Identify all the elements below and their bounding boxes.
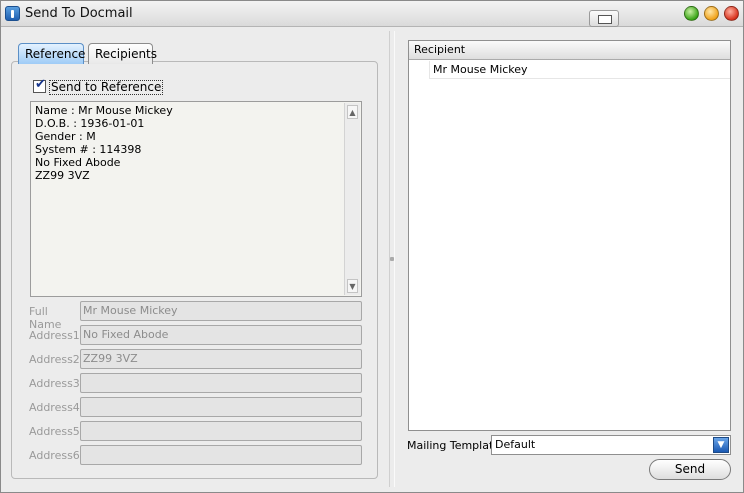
- address4-label: Address4: [29, 401, 80, 414]
- reference-line: D.O.B. : 1936-01-01: [35, 117, 145, 130]
- title-bar[interactable]: Send To Docmail: [1, 1, 743, 27]
- recipient-column-header[interactable]: Recipient: [409, 41, 730, 60]
- full-name-field[interactable]: Mr Mouse Mickey: [80, 301, 362, 321]
- full-name-label: Full Name: [29, 305, 62, 331]
- send-button[interactable]: Send: [649, 459, 731, 480]
- address1-field[interactable]: No Fixed Abode: [80, 325, 362, 345]
- address5-field[interactable]: [80, 421, 362, 441]
- reference-line: No Fixed Abode: [35, 156, 121, 169]
- mailing-template-label: Mailing Template: [407, 439, 501, 452]
- address1-label: Address1: [29, 329, 80, 342]
- scroll-down-icon[interactable]: ▼: [347, 279, 358, 293]
- app-icon: [5, 6, 20, 21]
- mailing-template-value: Default: [495, 438, 536, 451]
- reference-line: System # : 114398: [35, 143, 142, 156]
- send-to-reference-label[interactable]: Send to Reference: [49, 80, 164, 95]
- reference-details-text: Name : Mr Mouse Mickey D.O.B. : 1936-01-…: [35, 104, 173, 182]
- tab-recipients[interactable]: Recipients: [88, 43, 157, 64]
- mailing-template-select[interactable]: Default ▼: [491, 435, 731, 455]
- reference-details-box[interactable]: Name : Mr Mouse Mickey D.O.B. : 1936-01-…: [30, 101, 362, 297]
- send-to-reference-checkbox[interactable]: ✔: [33, 77, 46, 93]
- address2-label: Address2: [29, 353, 80, 366]
- address6-field[interactable]: [80, 445, 362, 465]
- tab-reference[interactable]: Reference: [18, 43, 85, 64]
- recipient-table[interactable]: Recipient Mr Mouse Mickey: [408, 40, 731, 431]
- address6-label: Address6: [29, 449, 80, 462]
- table-row[interactable]: Mr Mouse Mickey: [429, 61, 730, 79]
- address3-field[interactable]: [80, 373, 362, 393]
- restore-widget-icon[interactable]: [589, 10, 619, 27]
- reference-line: Gender : M: [35, 130, 96, 143]
- reference-scrollbar[interactable]: ▲ ▼: [344, 103, 360, 295]
- splitter-grip-icon[interactable]: [390, 257, 394, 261]
- window-title: Send To Docmail: [25, 6, 133, 21]
- minimize-button[interactable]: [704, 6, 719, 21]
- reference-line: ZZ99 3VZ: [35, 169, 90, 182]
- close-button[interactable]: [724, 6, 739, 21]
- send-to-docmail-window: Send To Docmail Reference Recipients ✔ S…: [0, 0, 744, 493]
- scroll-up-icon[interactable]: ▲: [347, 105, 358, 119]
- address4-field[interactable]: [80, 397, 362, 417]
- address3-label: Address3: [29, 377, 80, 390]
- chevron-down-icon[interactable]: ▼: [713, 437, 729, 453]
- maximize-button[interactable]: [684, 6, 699, 21]
- reference-line: Name : Mr Mouse Mickey: [35, 104, 173, 117]
- address5-label: Address5: [29, 425, 80, 438]
- checkmark-icon: ✔: [35, 77, 46, 92]
- address2-field[interactable]: ZZ99 3VZ: [80, 349, 362, 369]
